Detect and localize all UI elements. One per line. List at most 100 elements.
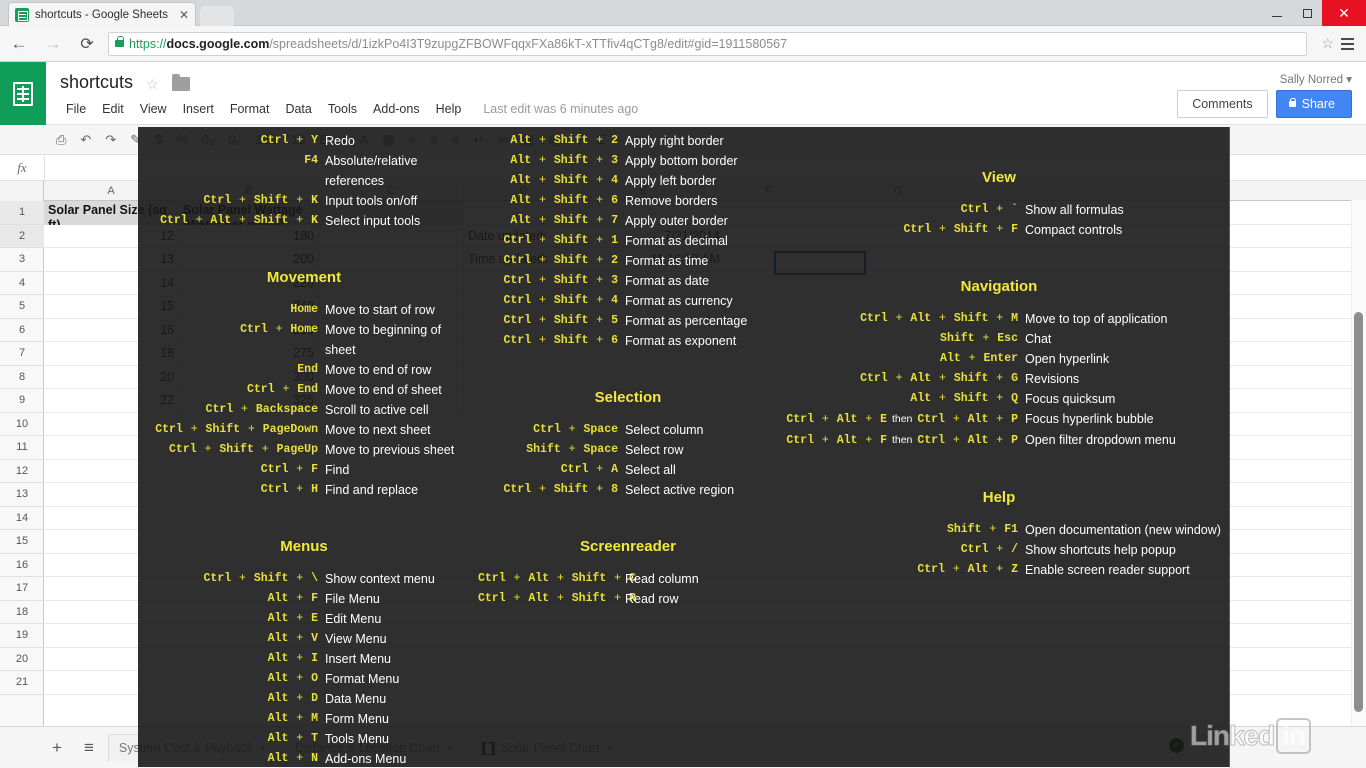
all-sheets-icon[interactable]: ≡ <box>76 738 102 758</box>
shortcut-row: Ctrl + Shift + 3 Format as date <box>478 271 778 291</box>
row-header-17[interactable]: 17 <box>0 577 44 601</box>
shortcut-row: Alt + D Data Menu <box>138 689 470 709</box>
forward-icon[interactable]: → <box>38 29 68 59</box>
browser-tab[interactable]: shortcuts - Google Sheets ✕ <box>8 2 196 26</box>
row-header-12[interactable]: 12 <box>0 460 44 483</box>
row-header-9[interactable]: 9 <box>0 389 44 413</box>
row-header-8[interactable]: 8 <box>0 366 44 389</box>
hamburger-menu-icon[interactable] <box>1334 37 1360 50</box>
row-header-2[interactable]: 2 <box>0 224 44 248</box>
menu-tools[interactable]: Tools <box>320 100 365 118</box>
lock-icon <box>115 36 124 47</box>
row-header-19[interactable]: 19 <box>0 624 44 648</box>
page-title[interactable]: shortcuts <box>60 72 133 93</box>
window-controls: ✕ <box>1262 0 1366 26</box>
star-icon[interactable]: ☆ <box>146 76 159 93</box>
shortcut-row: Ctrl + Shift + 5 Format as percentage <box>478 311 778 331</box>
shortcut-key: 6 <box>611 334 618 347</box>
shortcut-keys: Ctrl + Shift + 6 <box>478 331 618 351</box>
window-close-button[interactable]: ✕ <box>1322 0 1366 26</box>
row-header-16[interactable]: 16 <box>0 554 44 577</box>
toolbar-icon-0[interactable]: ⎙ <box>56 132 66 148</box>
shortcut-key: Ctrl <box>917 434 945 447</box>
shortcut-row: Ctrl + H Find and replace <box>138 480 470 500</box>
account-name[interactable]: Sally Norred ▾ <box>1280 72 1352 86</box>
row-header-11[interactable]: 11 <box>0 436 44 460</box>
minimize-button[interactable] <box>1262 0 1292 26</box>
vertical-scrollbar-thumb[interactable] <box>1354 312 1363 712</box>
shortcut-key: ` <box>1011 203 1018 216</box>
close-icon[interactable]: ✕ <box>179 9 189 21</box>
row-header-7[interactable]: 7 <box>0 342 44 366</box>
shortcut-description: Apply left border <box>625 174 717 188</box>
shortcut-keys: Ctrl + Shift + PageUp <box>138 440 318 460</box>
keyboard-shortcuts-overlay[interactable]: Ctrl + Y Redo F4 Absolute/relative referenc… <box>138 127 1230 767</box>
shortcut-key: Alt <box>528 592 550 605</box>
shortcut-key: E <box>880 413 888 426</box>
shortcut-row: Ctrl + Alt + Z Enable screen reader suppo… <box>768 560 1229 580</box>
key-plus: + <box>589 214 611 227</box>
folder-icon[interactable] <box>172 74 190 91</box>
key-plus: + <box>550 572 571 585</box>
menu-insert[interactable]: Insert <box>175 100 222 118</box>
shortcut-row: Ctrl + Alt + F then Ctrl + Alt + P Open f… <box>768 430 1229 451</box>
back-icon[interactable]: ← <box>4 29 34 59</box>
row-header-1[interactable]: 1 <box>0 201 44 225</box>
row-header-5[interactable]: 5 <box>0 295 44 319</box>
menu-data[interactable]: Data <box>277 100 319 118</box>
row-header-3[interactable]: 3 <box>0 248 44 272</box>
maximize-button[interactable] <box>1292 0 1322 26</box>
row-header-6[interactable]: 6 <box>0 319 44 342</box>
row-header-4[interactable]: 4 <box>0 272 44 295</box>
menu-edit[interactable]: Edit <box>94 100 132 118</box>
shortcut-key: Shift <box>553 234 589 247</box>
row-header-14[interactable]: 14 <box>0 507 44 530</box>
menu-view[interactable]: View <box>132 100 175 118</box>
shortcuts-section-title: Help <box>982 489 1016 506</box>
shortcut-key: Shift <box>553 314 589 327</box>
row-header-13[interactable]: 13 <box>0 483 44 507</box>
shortcut-keys: Alt + Shift + 7 <box>478 211 618 231</box>
shortcut-description: Find and replace <box>325 483 419 497</box>
shortcut-key: End <box>297 383 318 396</box>
select-all-corner[interactable] <box>0 181 44 201</box>
row-header-18[interactable]: 18 <box>0 601 44 624</box>
comments-button[interactable]: Comments <box>1177 90 1268 118</box>
shortcut-row: Ctrl + Home Move to beginning of sheet <box>138 320 470 360</box>
address-bar[interactable]: https:// docs.google.com /spreadsheets/d… <box>108 31 1308 56</box>
shortcut-key: Alt <box>267 612 289 625</box>
row-header-21[interactable]: 21 <box>0 671 44 695</box>
menu-file[interactable]: File <box>58 100 94 118</box>
shortcut-row: Ctrl + Alt + Shift + C Read column <box>478 569 778 589</box>
share-button[interactable]: Share <box>1275 90 1352 118</box>
shortcut-key: Alt <box>267 712 289 725</box>
watermark-box: in <box>1276 718 1312 754</box>
toolbar-icon-2[interactable]: ↷ <box>105 132 116 148</box>
menu-help[interactable]: Help <box>428 100 470 118</box>
shortcut-key: 8 <box>611 483 618 496</box>
row-header-15[interactable]: 15 <box>0 530 44 554</box>
shortcut-key: Ctrl <box>917 413 945 426</box>
shortcut-keys: Ctrl + Alt + Z <box>768 560 1018 580</box>
shortcut-description: Move to beginning of sheet <box>325 323 442 357</box>
shortcut-key: Shift <box>553 294 589 307</box>
add-sheet-icon[interactable]: + <box>44 738 70 758</box>
key-plus: + <box>975 332 997 345</box>
key-plus: + <box>932 223 953 236</box>
reload-icon[interactable]: ⟳ <box>72 29 102 59</box>
shortcut-keys: End <box>138 360 318 380</box>
row-header-20[interactable]: 20 <box>0 648 44 671</box>
bookmark-star-icon[interactable]: ☆ <box>1321 35 1334 52</box>
row-header-10[interactable]: 10 <box>0 413 44 436</box>
menu-addons[interactable]: Add-ons <box>365 100 428 118</box>
toolbar-icon-1[interactable]: ↶ <box>80 132 91 148</box>
new-tab-button[interactable] <box>200 6 234 26</box>
key-plus: + <box>506 572 528 585</box>
key-plus: + <box>961 352 983 365</box>
shortcut-keys: Ctrl + Shift + 1 <box>478 231 618 251</box>
shortcut-row: Ctrl + Shift + 2 Format as time <box>478 251 778 271</box>
browser-titlebar: shortcuts - Google Sheets ✕ ✕ <box>0 0 1366 26</box>
menu-format[interactable]: Format <box>222 100 278 118</box>
shortcut-row: Ctrl + Shift + PageUp Move to previous sh… <box>138 440 470 460</box>
shortcut-key: Ctrl <box>203 194 232 207</box>
